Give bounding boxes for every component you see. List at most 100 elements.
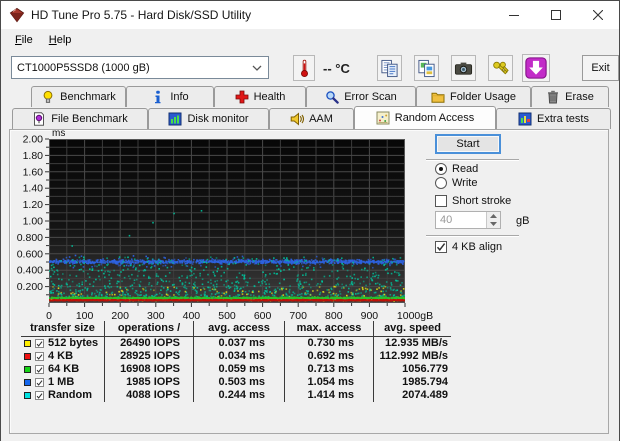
tab-aam[interactable]: AAM [269, 108, 354, 129]
short-stroke-size-input[interactable]: 40 [435, 211, 501, 229]
col-header-avg-access: avg. access [193, 321, 284, 337]
transfer-size-label: 1 MB [48, 376, 74, 389]
operations-cell: 4088 IOPS [104, 389, 193, 402]
tab-disk-monitor-label: Disk monitor [187, 113, 248, 125]
write-radio-row[interactable]: Write [435, 177, 477, 189]
extra-tests-icon [518, 112, 532, 126]
check-icon [36, 379, 43, 387]
transfer-size-label: 4 KB [48, 350, 73, 363]
write-radio[interactable] [435, 177, 447, 189]
random-access-icon [376, 111, 390, 125]
avg-speed-cell: 112.992 MB/s [373, 350, 451, 363]
short-stroke-row[interactable]: Short stroke [435, 195, 511, 207]
exit-button-label: Exit [591, 62, 609, 74]
exit-button[interactable]: Exit [582, 55, 619, 81]
error-scan-icon [325, 90, 339, 104]
short-stroke-unit-label: gB [516, 215, 529, 227]
read-radio-row[interactable]: Read [435, 163, 478, 175]
transfer-size-cell: 4 KB [21, 350, 104, 363]
transfer-size-label: 64 KB [48, 363, 79, 376]
app-window: HD Tune Pro 5.75 - Hard Disk/SSD Utility… [0, 0, 620, 441]
row-checkbox[interactable] [35, 391, 44, 400]
disk-monitor-icon [168, 112, 182, 126]
tab-error-scan[interactable]: Error Scan [306, 86, 416, 107]
series-color-swatch [24, 379, 31, 386]
tab-disk-monitor[interactable]: Disk monitor [148, 108, 269, 129]
menu-file[interactable]: File [7, 32, 41, 48]
col-header-transfer-size: transfer size [21, 321, 104, 337]
table-row: Random4088 IOPS0.244 ms1.414 ms2074.489 [21, 389, 451, 402]
temperature-readout: -- °C [323, 61, 350, 76]
col-header-avg-speed: avg. speed [373, 321, 451, 337]
minimize-button[interactable] [493, 1, 535, 29]
align-checkbox[interactable] [435, 241, 447, 253]
tab-file-benchmark[interactable]: File Benchmark [12, 108, 148, 129]
menu-bar: File Help [1, 29, 619, 51]
keys-icon [491, 59, 510, 78]
col-header-operations: operations / [104, 321, 193, 337]
table-row: 512 bytes26490 IOPS0.037 ms0.730 ms12.93… [21, 337, 451, 350]
app-icon [9, 7, 25, 23]
table-row: 1 MB1985 IOPS0.503 ms1.054 ms1985.794 [21, 376, 451, 389]
transfer-size-cell: 64 KB [21, 363, 104, 376]
operations-cell: 26490 IOPS [104, 337, 193, 350]
options-button[interactable] [488, 55, 513, 81]
spin-down-button[interactable] [487, 220, 500, 228]
max-access-cell: 0.730 ms [284, 337, 373, 350]
read-radio-label: Read [452, 163, 478, 175]
tab-benchmark[interactable]: Benchmark [31, 86, 126, 107]
align-row[interactable]: 4 KB align [435, 241, 502, 253]
update-button[interactable] [522, 54, 550, 82]
random-access-panel: 2.001.801.601.401.201.000.8000.6000.4000… [1, 129, 619, 441]
operations-cell: 1985 IOPS [104, 376, 193, 389]
latency-scatter-chart: 2.001.801.601.401.201.000.8000.6000.4000… [1, 129, 441, 321]
max-access-cell: 0.713 ms [284, 363, 373, 376]
tab-aam-label: AAM [309, 113, 333, 125]
close-button[interactable] [577, 1, 619, 29]
title-bar[interactable]: HD Tune Pro 5.75 - Hard Disk/SSD Utility [1, 1, 619, 29]
write-radio-label: Write [452, 177, 477, 189]
align-checkbox-label: 4 KB align [452, 241, 502, 253]
start-button[interactable]: Start [435, 134, 501, 154]
screenshot-button[interactable] [451, 55, 476, 81]
camera-icon [454, 59, 473, 78]
short-stroke-size-value: 40 [436, 212, 486, 228]
tab-info[interactable]: Info [126, 86, 214, 107]
row-checkbox[interactable] [35, 339, 44, 348]
copy-text-icon [380, 59, 399, 78]
menu-help[interactable]: Help [41, 32, 80, 48]
row-checkbox[interactable] [35, 352, 44, 361]
tab-erase[interactable]: Erase [531, 86, 609, 107]
tab-folder-usage[interactable]: Folder Usage [416, 86, 531, 107]
tab-extra-tests[interactable]: Extra tests [496, 108, 611, 129]
tab-health[interactable]: Health [214, 86, 306, 107]
close-icon [593, 10, 603, 20]
maximize-button[interactable] [535, 1, 577, 29]
series-color-swatch [24, 392, 31, 399]
copy-text-button[interactable] [377, 55, 402, 81]
operations-cell: 28925 IOPS [104, 350, 193, 363]
check-icon [436, 242, 446, 252]
avg-access-cell: 0.503 ms [193, 376, 284, 389]
temperature-button[interactable] [293, 55, 315, 81]
toolbar: CT1000P5SSD8 (1000 gB) -- °C [1, 51, 619, 85]
copy-image-button[interactable] [414, 55, 439, 81]
download-arrow-icon [525, 57, 547, 79]
max-access-cell: 1.414 ms [284, 389, 373, 402]
row-checkbox[interactable] [35, 378, 44, 387]
maximize-icon [551, 10, 561, 20]
drive-select[interactable]: CT1000P5SSD8 (1000 gB) [11, 56, 269, 79]
erase-icon [546, 90, 560, 104]
copy-image-icon [417, 59, 436, 78]
avg-access-cell: 0.059 ms [193, 363, 284, 376]
tab-random-access[interactable]: Random Access [354, 106, 496, 129]
avg-speed-cell: 12.935 MB/s [373, 337, 451, 350]
short-stroke-checkbox[interactable] [435, 195, 447, 207]
tab-health-label: Health [254, 91, 286, 103]
row-checkbox[interactable] [35, 365, 44, 374]
spin-up-button[interactable] [487, 212, 500, 220]
transfer-size-cell: Random [21, 389, 104, 402]
check-icon [36, 353, 43, 361]
transfer-size-label: 512 bytes [48, 337, 98, 350]
read-radio[interactable] [435, 163, 447, 175]
